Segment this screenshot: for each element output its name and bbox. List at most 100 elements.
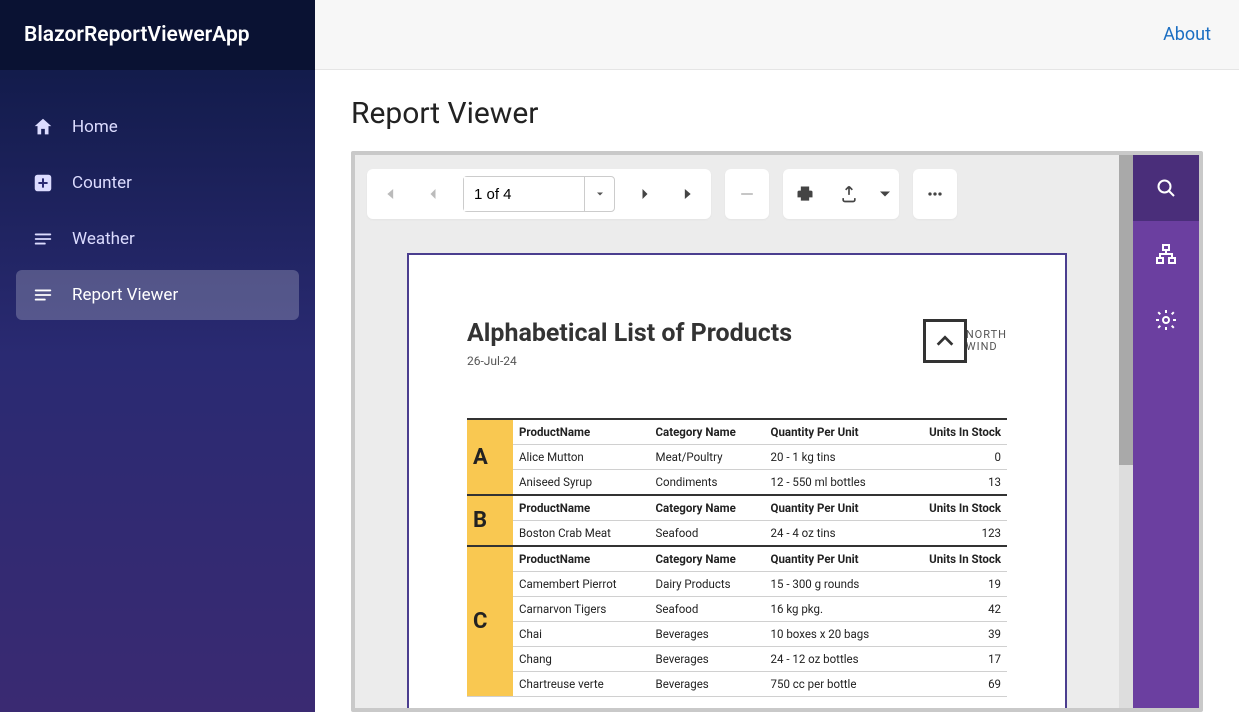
cell-stock: 17 <box>902 647 1007 672</box>
col-stock: Units In Stock <box>902 495 1007 521</box>
topbar: About <box>315 0 1239 70</box>
sidebar: BlazorReportViewerApp Home Counter Weath… <box>0 0 315 712</box>
print-button[interactable] <box>783 169 827 219</box>
page-title: Report Viewer <box>351 96 1203 131</box>
nav: Home Counter Weather Report Viewer <box>0 90 315 332</box>
nav-item-weather[interactable]: Weather <box>16 214 299 264</box>
about-link[interactable]: About <box>1163 24 1211 45</box>
cell-category: Meat/Poultry <box>650 445 765 470</box>
first-page-icon <box>379 184 399 204</box>
table-row: Camembert PierrotDairy Products15 - 300 … <box>467 572 1007 597</box>
sitemap-icon <box>1154 242 1178 266</box>
cell-qty: 20 - 1 kg tins <box>765 445 903 470</box>
cell-product: Alice Mutton <box>513 445 650 470</box>
report-scroll[interactable]: Alphabetical List of Products 26-Jul-24 … <box>355 233 1119 708</box>
more-button[interactable] <box>913 169 957 219</box>
cell-stock: 42 <box>902 597 1007 622</box>
group-letter: C <box>467 546 513 697</box>
export-icon <box>839 184 859 204</box>
plus-square-icon <box>32 172 54 194</box>
col-qty: Quantity Per Unit <box>765 495 903 521</box>
nav-item-label: Home <box>72 117 118 137</box>
more-horizontal-icon <box>925 184 945 204</box>
report-date: 26-Jul-24 <box>467 354 792 368</box>
report-header: Alphabetical List of Products 26-Jul-24 … <box>467 319 1007 368</box>
report-table: AProductNameCategory NameQuantity Per Un… <box>467 418 1007 697</box>
print-icon <box>795 184 815 204</box>
minus-icon <box>737 184 757 204</box>
side-tool-panel <box>1133 155 1199 708</box>
nav-item-label: Report Viewer <box>72 285 178 305</box>
table-row: Chartreuse verteBeverages750 cc per bott… <box>467 672 1007 697</box>
search-panel-button[interactable] <box>1133 155 1199 221</box>
cell-stock: 39 <box>902 622 1007 647</box>
settings-panel-button[interactable] <box>1133 287 1199 353</box>
cell-product: Carnarvon Tigers <box>513 597 650 622</box>
cell-category: Dairy Products <box>650 572 765 597</box>
cell-qty: 750 cc per bottle <box>765 672 903 697</box>
viewer-main: Alphabetical List of Products 26-Jul-24 … <box>355 155 1119 708</box>
gear-icon <box>1154 308 1178 332</box>
col-product: ProductName <box>513 419 650 445</box>
nav-item-label: Weather <box>72 229 135 249</box>
last-page-button[interactable] <box>667 169 711 219</box>
col-qty: Quantity Per Unit <box>765 546 903 572</box>
cell-stock: 13 <box>902 470 1007 496</box>
nav-item-home[interactable]: Home <box>16 102 299 152</box>
page-input-wrap <box>463 176 615 212</box>
page-input[interactable] <box>464 177 584 211</box>
zoom-group <box>725 169 769 219</box>
col-category: Category Name <box>650 419 765 445</box>
table-row: ChangBeverages24 - 12 oz bottles17 <box>467 647 1007 672</box>
page-dropdown-button[interactable] <box>584 177 614 211</box>
logo-text: NORTH WIND <box>966 329 1007 353</box>
cell-product: Chang <box>513 647 650 672</box>
col-product: ProductName <box>513 495 650 521</box>
export-button[interactable] <box>827 169 871 219</box>
list-icon <box>32 284 54 306</box>
search-icon <box>1154 176 1178 200</box>
table-row: ChaiBeverages10 boxes x 20 bags39 <box>467 622 1007 647</box>
cell-qty: 24 - 12 oz bottles <box>765 647 903 672</box>
scrollbar-thumb[interactable] <box>1119 155 1133 465</box>
cell-qty: 24 - 4 oz tins <box>765 521 903 547</box>
group-letter: B <box>467 495 513 546</box>
nav-item-counter[interactable]: Counter <box>16 158 299 208</box>
export-dropdown-button[interactable] <box>871 169 899 219</box>
report-viewer-frame: Alphabetical List of Products 26-Jul-24 … <box>351 151 1203 712</box>
cell-qty: 16 kg pkg. <box>765 597 903 622</box>
chevron-left-icon <box>423 184 443 204</box>
col-product: ProductName <box>513 546 650 572</box>
chevron-down-icon <box>875 184 895 204</box>
col-qty: Quantity Per Unit <box>765 419 903 445</box>
report-logo: NORTH WIND <box>923 319 1007 363</box>
next-page-button[interactable] <box>623 169 667 219</box>
cell-stock: 19 <box>902 572 1007 597</box>
first-page-button[interactable] <box>367 169 411 219</box>
chevron-right-icon <box>635 184 655 204</box>
vertical-scrollbar[interactable] <box>1119 155 1133 708</box>
cell-product: Aniseed Syrup <box>513 470 650 496</box>
page: Report Viewer <box>315 70 1239 712</box>
export-group <box>783 169 899 219</box>
chevron-down-icon <box>594 188 606 200</box>
report-title: Alphabetical List of Products <box>467 319 792 348</box>
main: About Report Viewer <box>315 0 1239 712</box>
pagination-group <box>367 169 711 219</box>
cell-category: Beverages <box>650 622 765 647</box>
table-row: Boston Crab MeatSeafood24 - 4 oz tins123 <box>467 521 1007 547</box>
col-category: Category Name <box>650 546 765 572</box>
cell-product: Camembert Pierrot <box>513 572 650 597</box>
cell-qty: 15 - 300 g rounds <box>765 572 903 597</box>
prev-page-button[interactable] <box>411 169 455 219</box>
col-stock: Units In Stock <box>902 546 1007 572</box>
cell-category: Seafood <box>650 521 765 547</box>
document-map-button[interactable] <box>1133 221 1199 287</box>
more-group <box>913 169 957 219</box>
logo-line2: WIND <box>966 341 1007 353</box>
nav-item-report-viewer[interactable]: Report Viewer <box>16 270 299 320</box>
zoom-out-button[interactable] <box>725 169 769 219</box>
list-icon <box>32 228 54 250</box>
cell-category: Seafood <box>650 597 765 622</box>
nav-item-label: Counter <box>72 173 132 193</box>
